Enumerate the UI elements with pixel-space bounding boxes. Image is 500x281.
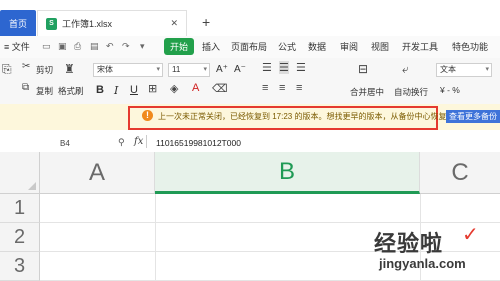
gridline xyxy=(155,194,156,281)
fx-button[interactable]: fx xyxy=(134,136,143,147)
column-header-b[interactable]: B xyxy=(155,152,420,194)
row-header-1[interactable]: 1 xyxy=(0,194,40,223)
name-box[interactable]: B4 xyxy=(60,139,70,148)
select-all-triangle xyxy=(28,182,36,190)
row-header-3[interactable]: 3 xyxy=(0,252,40,281)
select-all-corner[interactable] xyxy=(0,152,40,194)
column-header-c[interactable]: C xyxy=(420,152,500,194)
formula-input[interactable]: 11016519981012T000 xyxy=(156,138,241,148)
watermark-logo: 经验啦 xyxy=(374,231,444,256)
formula-bar: B4 ⚲ fx 11016519981012T000 xyxy=(0,130,500,153)
row-header-2[interactable]: 2 xyxy=(0,223,40,252)
watermark-url: jingyanla.com xyxy=(379,256,466,271)
gridline xyxy=(40,222,500,223)
search-icon[interactable]: ⚲ xyxy=(118,137,125,148)
watermark-check-icon: ✓ xyxy=(462,224,479,246)
formula-divider xyxy=(146,135,147,148)
column-header-a[interactable]: A xyxy=(40,152,155,194)
